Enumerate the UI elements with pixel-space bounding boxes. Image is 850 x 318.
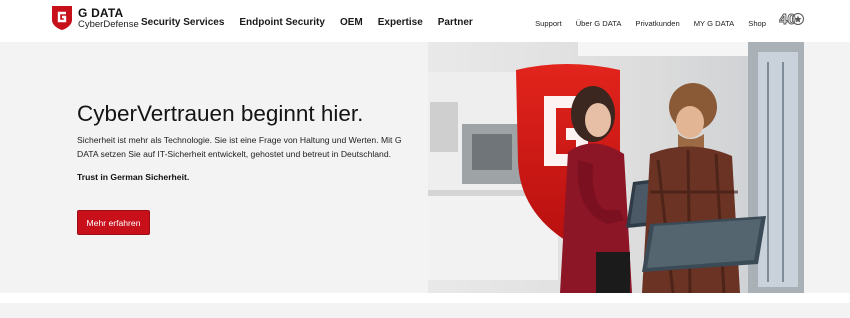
subnav-item-privatkunden[interactable]: Privatkunden (635, 19, 679, 28)
hero-image (428, 42, 804, 293)
brand-subtitle: CyberDefense (78, 19, 139, 30)
nav-item-partner[interactable]: Partner (438, 17, 473, 28)
hero-description: Sicherheit ist mehr als Technologie. Sie… (77, 135, 402, 159)
nav-item-expertise[interactable]: Expertise (378, 17, 423, 28)
section-divider (0, 293, 850, 303)
anniversary-badge-text: 40 (779, 11, 796, 28)
main-navigation: Security Services Endpoint Security OEM … (141, 17, 473, 28)
nav-item-oem[interactable]: OEM (340, 17, 363, 28)
site-header: G DATA CyberDefense Security Services En… (0, 0, 850, 42)
subnav-item-ueber-g-data[interactable]: Über G DATA (576, 19, 622, 28)
brand-name: G DATA (78, 6, 124, 20)
g-data-shield-icon (52, 6, 72, 30)
next-section-background (0, 303, 850, 318)
nav-item-endpoint-security[interactable]: Endpoint Security (239, 17, 325, 28)
hero-title: CyberVertrauen beginnt hier. (77, 101, 364, 126)
subnav-item-my-g-data[interactable]: MY G DATA (694, 19, 735, 28)
subnav-item-support[interactable]: Support (535, 19, 562, 28)
subnav-item-shop[interactable]: Shop (748, 19, 766, 28)
nav-item-security-services[interactable]: Security Services (141, 17, 224, 28)
service-navigation: Support Über G DATA Privatkunden MY G DA… (535, 19, 766, 28)
hero-tagline: Trust in German Sicherheit. (77, 172, 190, 182)
mehr-erfahren-button[interactable]: Mehr erfahren (77, 210, 150, 235)
brand-logo[interactable]: G DATA CyberDefense (51, 5, 139, 33)
anniversary-40-badge-icon[interactable]: 40 (779, 10, 805, 28)
